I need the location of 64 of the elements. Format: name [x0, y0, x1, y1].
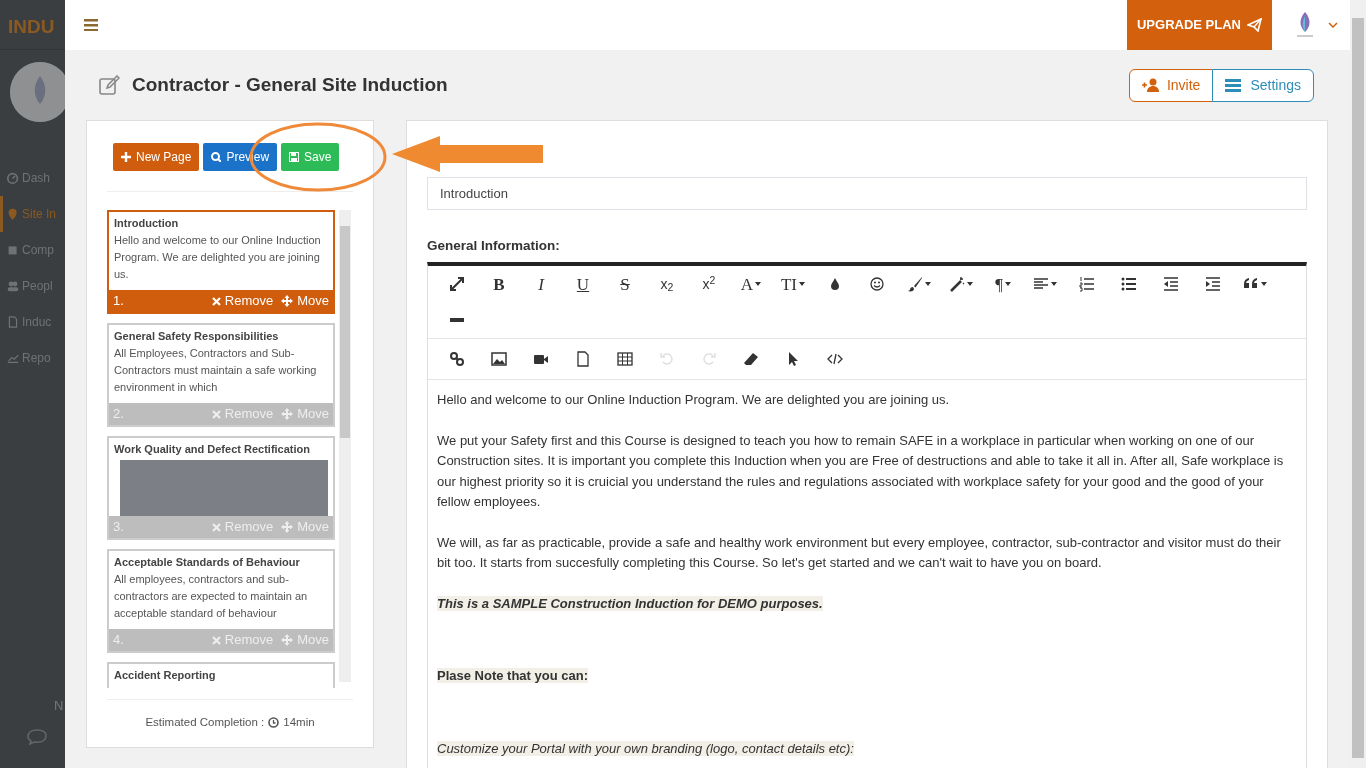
script-button[interactable]: x$^{2}$	[688, 266, 730, 303]
remove-link[interactable]: Remove	[211, 291, 274, 311]
paragraph: Hello and welcome to our Online Induction Program. We are delighted you are joining us.	[437, 392, 950, 408]
section-label: General Information:	[427, 237, 561, 255]
page-card-title: Work Quality and Defect Rectification	[114, 442, 311, 457]
strikethrough-button[interactable]: S	[604, 266, 646, 303]
page-card-title: Acceptable Standards of Behaviour	[114, 555, 301, 570]
estimated-completion-text: Estimated Completion : 14min	[145, 715, 315, 731]
building-icon	[7, 244, 19, 256]
menu-icon[interactable]	[84, 19, 98, 31]
page-number: 1.	[113, 292, 124, 311]
upgrade-plan-button[interactable]: UPGRADE PLAN	[1127, 0, 1272, 50]
paragraph: Customize your Portal with your own branding (logo, contact details etc):	[437, 740, 854, 756]
italic-button[interactable]: I	[520, 266, 562, 303]
paragraph: We put your Safety first and this Course is designed to teach you how to remain SAFE in a workplace in particular when working on one of our Construction sites. It is important you complete this Induction when you are Free of destructions and able to take it all in. After all, Safe workplace is our highest priority so it is cruicial you understand the rules and regulations associated with workplace safety for your good and the good of your fellow employees.	[437, 432, 1284, 510]
sidebar-footer-text: N	[54, 697, 65, 715]
close-icon	[211, 522, 221, 532]
move-arrows-icon	[281, 295, 294, 307]
clock-icon	[268, 717, 280, 729]
format-button[interactable]: A	[730, 266, 772, 303]
page-title-field[interactable]: Introduction	[427, 177, 1307, 210]
page-card-title: General Safety Responsibilities	[114, 329, 280, 344]
search-icon	[211, 152, 222, 162]
page-card-excerpt: All employees, contractors and sub-contractors are expected to maintain an acceptable standard of behaviour	[114, 572, 309, 621]
close-icon	[211, 635, 221, 645]
scrollbar[interactable]	[1350, 0, 1366, 768]
paragraph: We will, as far as practicable, provide a safe and healthy work environment but every employee, contractor, sub-contractor and visitor must do their bit too. It starts from succesfully completing this Course. So let's get started and we can't wait to have you on board.	[437, 534, 1281, 571]
document-icon	[7, 316, 19, 328]
format-button[interactable]: TI	[772, 266, 814, 303]
move-arrows-icon	[281, 634, 294, 646]
move-handle[interactable]: Move	[281, 291, 329, 311]
gauge-icon	[7, 172, 19, 184]
invite-button[interactable]: Invite	[1128, 68, 1214, 102]
close-icon	[211, 409, 221, 419]
map-pin-icon	[7, 208, 19, 220]
script-button[interactable]: x$_{2}$	[646, 266, 688, 303]
format-button[interactable]: ¶	[982, 266, 1024, 303]
heading: Plase Note that you can:	[437, 668, 588, 684]
page-card[interactable]: Introduction Hello and welcome to our Online Induction Program. We are delighted you are joining us. 1. Remove Move	[107, 210, 335, 314]
page-card-excerpt: All Employees, Contractors and Sub-Contractors must maintain a safe working environment in which	[114, 346, 318, 395]
edit-icon	[99, 75, 121, 95]
new-page-button[interactable]: New Page	[113, 143, 200, 171]
line-chart-icon	[7, 352, 19, 364]
close-icon	[211, 296, 221, 306]
page-card[interactable]: Accident Reporting	[107, 662, 335, 688]
move-arrows-icon	[281, 408, 294, 420]
move-arrows-icon	[281, 521, 294, 533]
chevron-down-icon[interactable]	[1328, 22, 1338, 28]
scrollbar[interactable]	[339, 210, 351, 682]
page-card-title: Accident Reporting	[114, 668, 217, 683]
page-title: Contractor - General Site Induction	[132, 73, 448, 97]
plus-icon	[121, 152, 131, 162]
bold-button[interactable]: B	[478, 266, 520, 303]
paper-plane-icon	[1247, 18, 1262, 32]
add-user-icon	[1141, 77, 1159, 93]
save-button[interactable]: Save	[281, 143, 340, 171]
company-logo	[10, 62, 65, 122]
settings-button[interactable]: Settings	[1212, 68, 1314, 102]
people-icon	[7, 280, 19, 292]
paragraph: This is a SAMPLE Construction Induction for DEMO purposes.	[437, 595, 823, 611]
page-card-excerpt: Hello and welcome to our Online Induction Program. We are delighted you are joining us.	[114, 233, 322, 282]
list-icon	[1225, 77, 1243, 93]
page-card-title: Introduction	[114, 216, 180, 231]
underline-button[interactable]: U	[562, 266, 604, 303]
